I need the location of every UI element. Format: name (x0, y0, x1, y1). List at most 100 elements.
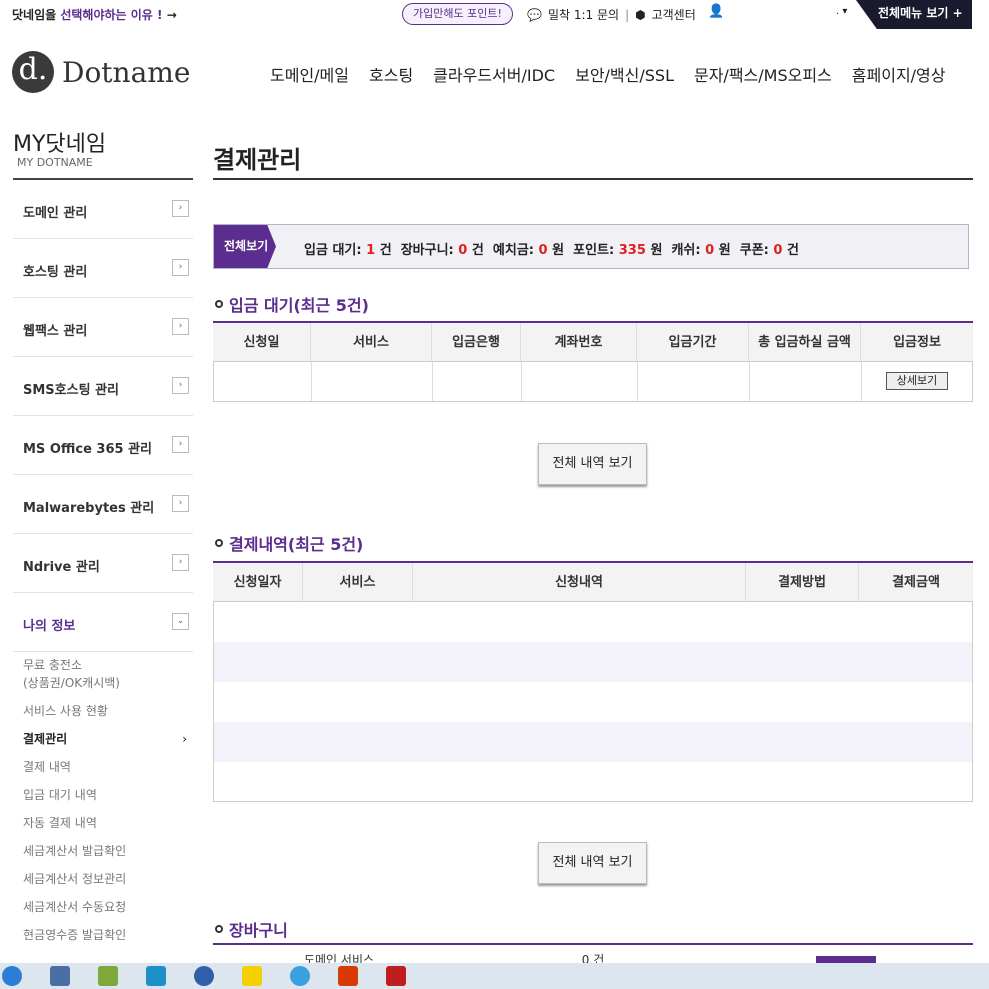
coupon-count: 0 (773, 243, 783, 258)
filezilla-icon[interactable] (386, 966, 406, 986)
inquiry-link[interactable]: 밀착 1:1 문의 (548, 6, 619, 23)
view-all-payments-button[interactable]: 전체 내역 보기 (538, 842, 647, 884)
office-icon[interactable] (338, 966, 358, 986)
submenu-deposit-waiting[interactable]: 입금 대기 내역 (13, 786, 193, 804)
nav-hosting[interactable]: 호스팅 (369, 62, 413, 86)
all-menu-button[interactable]: 전체메뉴 보기 + (856, 0, 972, 29)
deposit-waiting-count: 1 (366, 243, 376, 258)
submenu-free-charge[interactable]: 무료 충전소 (13, 656, 193, 674)
column-header: 계좌번호 (521, 323, 637, 361)
point-value: 335 (618, 243, 646, 258)
column-header: 서비스 (303, 563, 413, 601)
title-divider (213, 178, 973, 180)
kakaotalk-icon[interactable] (242, 966, 262, 986)
column-header: 신청내역 (413, 563, 746, 601)
table-header: 신청일 서비스 입금은행 계좌번호 입금기간 총 입금하실 금액 입금정보 (213, 323, 973, 362)
bullet-icon (215, 539, 223, 547)
language-dropdown[interactable]: . ▾ (836, 6, 847, 17)
cart-count-cell: 0 건 (581, 953, 605, 963)
sidebar-item-sms-hosting[interactable]: SMS호스팅 관리 › (13, 357, 193, 416)
paint-icon[interactable] (290, 966, 310, 986)
logo[interactable]: d. Dotname (12, 51, 190, 93)
nav-security-ssl[interactable]: 보안/백신/SSL (575, 62, 674, 86)
column-header: 결제방법 (746, 563, 859, 601)
table-row: 상세보기 (213, 362, 973, 402)
summary-tab-all[interactable]: 전체보기 (214, 225, 276, 268)
chat-bubble-icon: 💬 (527, 7, 542, 22)
nav-cloud-idc[interactable]: 클라우드서버/IDC (433, 62, 555, 86)
sidebar-item-hosting[interactable]: 호스팅 관리 › (13, 239, 193, 298)
submenu-tax-invoice-request[interactable]: 세금계산서 수동요청 (13, 898, 193, 916)
sidebar-subtitle: MY DOTNAME (17, 156, 93, 169)
main-nav: 도메인/메일 호스팅 클라우드서버/IDC 보안/백신/SSL 문자/팩스/MS… (270, 62, 946, 86)
sidebar-submenu: 무료 충전소 (상품권/OK캐시백) 서비스 사용 현황 결제관리 › 결제 내… (13, 656, 193, 954)
network-icon[interactable] (50, 966, 70, 986)
submenu-tax-invoice-check[interactable]: 세금계산서 발급확인 (13, 842, 193, 860)
column-header: 총 입금하실 금액 (749, 323, 861, 361)
logo-text: Dotname (62, 55, 191, 89)
cart-count: 0 (458, 243, 468, 258)
user-icon[interactable]: 👤 (708, 4, 724, 19)
chevron-right-icon: › (172, 554, 189, 571)
notepad-icon[interactable] (98, 966, 118, 986)
submenu-service-usage[interactable]: 서비스 사용 현황 (13, 702, 193, 720)
submenu-free-charge-detail[interactable]: (상품권/OK캐시백) (13, 674, 193, 692)
table-row (214, 722, 972, 762)
bullet-icon (215, 300, 223, 308)
column-header: 입금은행 (432, 323, 521, 361)
table-row (214, 642, 972, 682)
sidebar-item-ms-office[interactable]: MS Office 365 관리 › (13, 416, 193, 475)
chevron-down-icon: ⌄ (172, 613, 189, 630)
nav-sms-fax-office[interactable]: 문자/팩스/MS오피스 (694, 62, 832, 86)
column-header: 신청일자 (213, 563, 303, 601)
column-header: 입금정보 (893, 335, 941, 350)
table-header: 신청일자 서비스 신청내역 결제방법 결제금액 (213, 563, 973, 602)
submenu-tax-invoice-info[interactable]: 세금계산서 정보관리 (13, 870, 193, 888)
sidebar-item-webfax[interactable]: 웹팩스 관리 › (13, 298, 193, 357)
chevron-right-icon: › (172, 259, 189, 276)
ie-icon[interactable] (2, 966, 22, 986)
chevron-right-icon: › (172, 377, 189, 394)
sidebar-item-domain[interactable]: 도메인 관리 › (13, 180, 193, 239)
chevron-right-icon: › (172, 318, 189, 335)
nav-homepage-video[interactable]: 홈페이지/영상 (852, 62, 946, 86)
bullet-icon (215, 925, 223, 933)
top-links: 💬 밀착 1:1 문의 | ⬢ 고객센터 (527, 6, 696, 23)
column-header: 신청일 (213, 323, 311, 361)
nav-domain-mail[interactable]: 도메인/메일 (270, 62, 349, 86)
submenu-payment-management[interactable]: 결제관리 › (13, 730, 193, 748)
chevron-right-icon: › (172, 495, 189, 512)
payments-table: 신청일자 서비스 신청내역 결제방법 결제금액 (213, 561, 973, 602)
sidebar-item-malwarebytes[interactable]: Malwarebytes 관리 › (13, 475, 193, 534)
browser-icon[interactable] (194, 966, 214, 986)
view-all-waiting-button[interactable]: 전체 내역 보기 (538, 443, 647, 485)
detail-view-button[interactable]: 상세보기 (886, 372, 948, 390)
sidebar-menu: 도메인 관리 › 호스팅 관리 › 웹팩스 관리 › SMS호스팅 관리 › M… (13, 180, 193, 652)
support-link[interactable]: 고객센터 (652, 6, 696, 23)
sidebar-item-my-info[interactable]: 나의 정보 ⌄ (13, 593, 193, 652)
signup-points-button[interactable]: 가입만해도 포인트! (402, 3, 513, 25)
account-summary: 전체보기 입금 대기: 1 건 장바구니: 0 건 예치금: 0 원 포인트: … (213, 224, 969, 269)
sidebar-title: MY닷네임 (13, 132, 107, 157)
waiting-table: 신청일 서비스 입금은행 계좌번호 입금기간 총 입금하실 금액 입금정보 상세… (213, 321, 973, 402)
app-icon[interactable] (146, 966, 166, 986)
chevron-right-icon: › (172, 200, 189, 217)
deposit-money: 0 (538, 243, 548, 258)
submenu-payment-history[interactable]: 결제 내역 (13, 758, 193, 776)
column-header: 결제금액 (892, 575, 940, 590)
column-header: 입금기간 (637, 323, 749, 361)
arrow-right-icon: → (166, 8, 177, 22)
section-title-payments: 결제내역(최근 5건) (215, 531, 363, 555)
cart-service: 도메인 서비스 (303, 953, 375, 963)
payments-table-body (213, 602, 973, 802)
submenu-auto-payment[interactable]: 자동 결제 내역 (13, 814, 193, 832)
column-header: 서비스 (311, 323, 432, 361)
table-row (214, 762, 972, 802)
submenu-cash-receipt[interactable]: 현금영수증 발급확인 (13, 926, 193, 944)
sidebar-item-ndrive[interactable]: Ndrive 관리 › (13, 534, 193, 593)
chevron-right-icon: › (172, 436, 189, 453)
cash-value: 0 (705, 243, 715, 258)
cube-icon: ⬢ (635, 7, 646, 22)
section-title-cart: 장바구니 (215, 917, 288, 941)
promo-link[interactable]: 닷네임을 선택해야하는 이유 ! → (12, 6, 177, 23)
